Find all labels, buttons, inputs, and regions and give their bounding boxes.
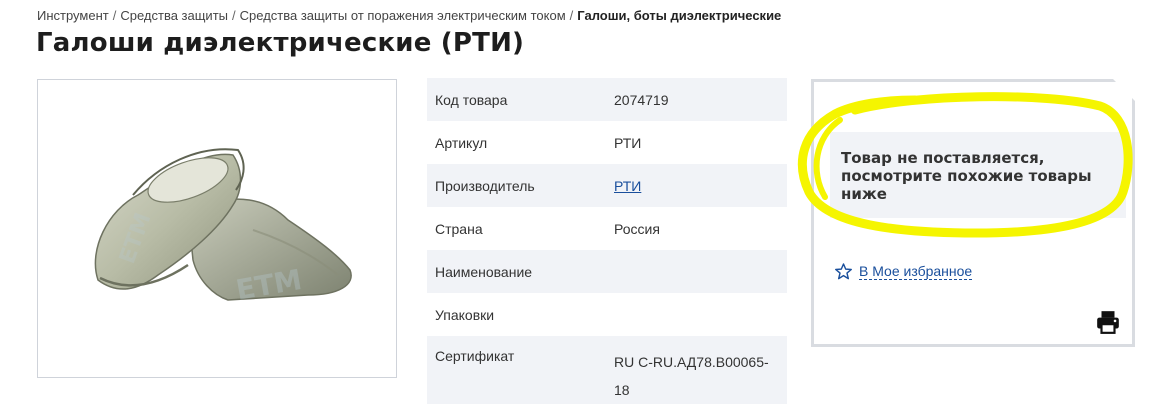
add-to-favorites[interactable]: В Мое избранное bbox=[834, 262, 973, 281]
specs-table: Код товара 2074719 Артикул РТИ Производи… bbox=[427, 78, 787, 404]
product-image[interactable]: ETM ETM bbox=[37, 79, 397, 378]
spec-key: Артикул bbox=[435, 134, 488, 151]
favorites-label: В Мое избранное bbox=[859, 263, 973, 280]
table-row: Артикул РТИ bbox=[427, 121, 787, 164]
breadcrumb: Инструмент / Средства защиты / Средства защи… bbox=[37, 8, 781, 23]
print-button[interactable] bbox=[1095, 309, 1121, 335]
not-supplied-notice: Товар не поставляется, посмотрите похожи… bbox=[830, 132, 1126, 218]
spec-value: РТИ bbox=[606, 164, 787, 207]
table-row: Сертификат RU C-RU.АД78.B00065-18 bbox=[427, 336, 787, 404]
spec-value: 2074719 bbox=[614, 91, 669, 108]
spec-key: Код товара bbox=[435, 91, 508, 108]
table-row: Наименование bbox=[427, 250, 787, 293]
spec-value: РТИ bbox=[614, 134, 642, 151]
card-corner-cut bbox=[1113, 79, 1135, 101]
breadcrumb-item[interactable]: Средства защиты bbox=[120, 8, 228, 23]
spec-key: Производитель bbox=[435, 177, 535, 194]
spec-key: Упаковки bbox=[435, 306, 495, 323]
table-row: Код товара 2074719 bbox=[427, 78, 787, 121]
galoshes-illustration: ETM ETM bbox=[94, 148, 352, 307]
spec-value bbox=[606, 250, 787, 293]
table-row: Страна Россия bbox=[427, 207, 787, 250]
notice-line: Товар не поставляется, bbox=[841, 149, 1045, 167]
breadcrumb-current: Галоши, боты диэлектрические bbox=[577, 8, 782, 23]
printer-icon bbox=[1097, 311, 1119, 334]
manufacturer-link[interactable]: РТИ bbox=[614, 178, 641, 194]
notice-line: ниже bbox=[841, 185, 887, 203]
breadcrumb-separator: / bbox=[232, 8, 236, 23]
spec-value: RU C-RU.АД78.B00065-18 bbox=[614, 354, 769, 398]
spec-value bbox=[606, 293, 787, 336]
spec-value: Россия bbox=[614, 220, 660, 237]
breadcrumb-separator: / bbox=[569, 8, 574, 23]
breadcrumb-item[interactable]: Средства защиты от поражения электрическ… bbox=[240, 8, 566, 23]
availability-card: Товар не поставляется, посмотрите похожи… bbox=[811, 79, 1135, 347]
spec-key: Наименование bbox=[435, 263, 533, 280]
page-title: Галоши диэлектрические (РТИ) bbox=[36, 28, 525, 58]
spec-key: Страна bbox=[435, 220, 483, 237]
table-row: Производитель РТИ bbox=[427, 164, 787, 207]
notice-line: посмотрите похожие товары bbox=[841, 167, 1092, 185]
breadcrumb-separator: / bbox=[112, 8, 117, 23]
star-outline-icon bbox=[835, 263, 852, 280]
breadcrumb-item[interactable]: Инструмент bbox=[37, 8, 109, 23]
table-row: Упаковки bbox=[427, 293, 787, 336]
spec-key: Сертификат bbox=[435, 348, 515, 364]
